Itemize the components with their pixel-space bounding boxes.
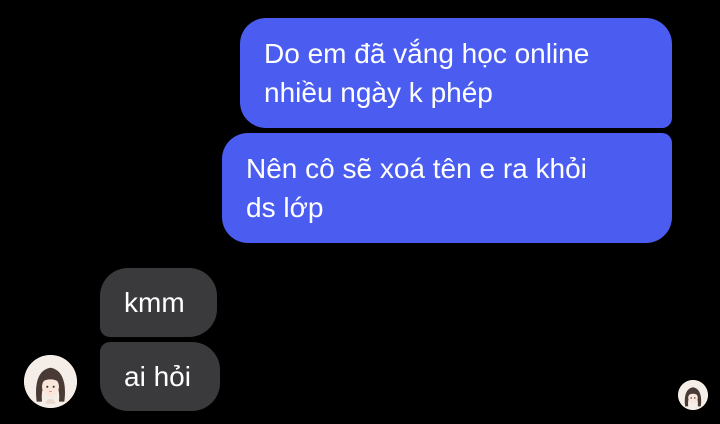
incoming-message-bubble[interactable]: ai hỏi [100,342,220,411]
girl-avatar-icon [24,355,77,408]
incoming-message-bubble[interactable]: kmm [100,268,217,337]
read-receipt-avatar [678,380,708,410]
chat-thread: Do em đã vắng học online nhiều ngày k ph… [0,0,720,424]
outgoing-message-bubble[interactable]: Nên cô sẽ xoá tên e ra khỏi ds lớp [222,133,672,243]
outgoing-message-bubble[interactable]: Do em đã vắng học online nhiều ngày k ph… [240,18,672,128]
contact-avatar[interactable] [24,355,77,408]
read-receipt-avatar-icon [678,380,708,410]
